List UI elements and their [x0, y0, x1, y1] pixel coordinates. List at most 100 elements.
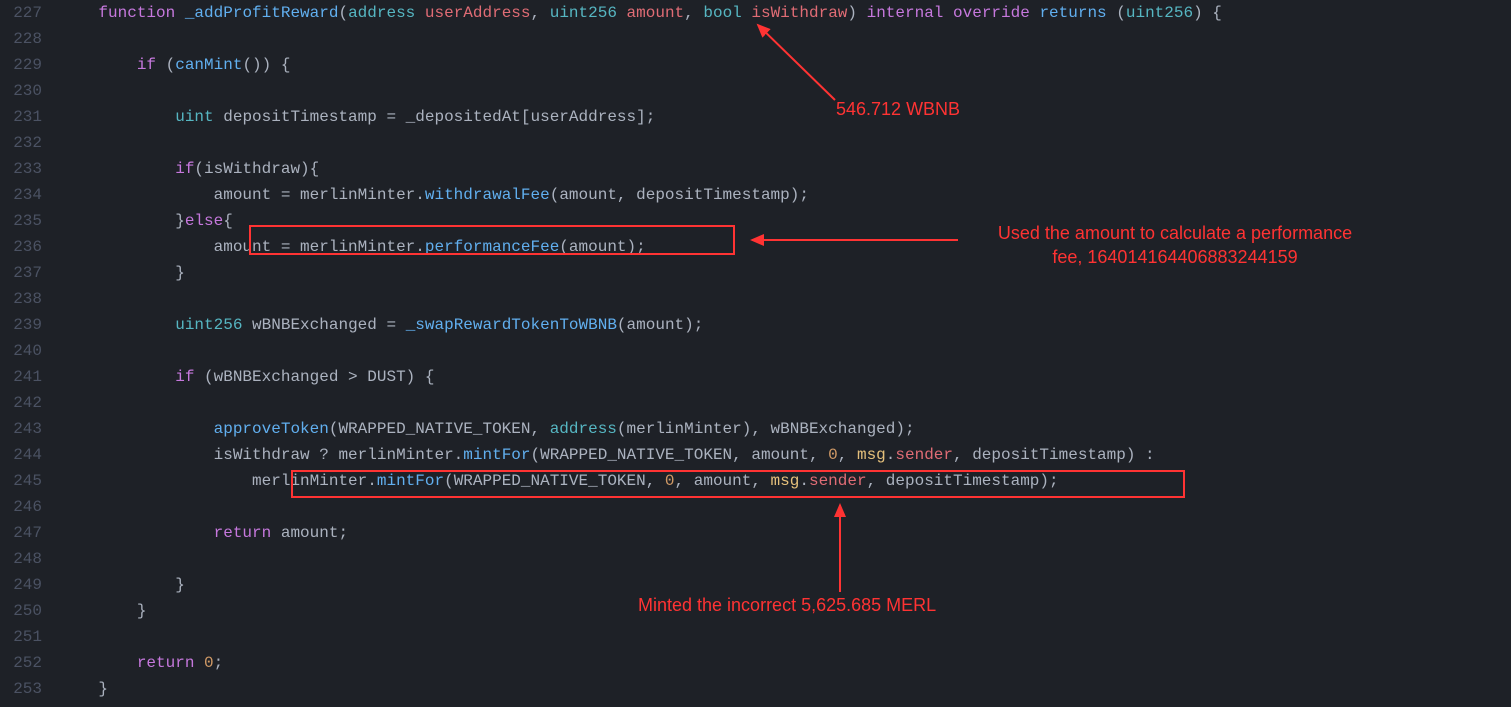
token-if: if	[175, 368, 194, 386]
line-number: 233	[0, 156, 42, 182]
token-depositTimestamp: depositTimestamp	[886, 472, 1040, 490]
token-sender: sender	[895, 446, 953, 464]
code-line	[60, 624, 1511, 650]
token-zero: 0	[665, 472, 675, 490]
line-number: 244	[0, 442, 42, 468]
code-line: if (wBNBExchanged > DUST) {	[60, 364, 1511, 390]
code-area[interactable]: function _addProfitReward(address userAd…	[60, 0, 1511, 707]
code-line: if (canMint()) {	[60, 52, 1511, 78]
token-bool: bool	[703, 4, 741, 22]
line-number: 240	[0, 338, 42, 364]
code-line: }	[60, 676, 1511, 702]
token-returns: returns	[1039, 4, 1106, 22]
token-amount: amount	[569, 238, 627, 256]
token-mintFor: mintFor	[377, 472, 444, 490]
token-else: else	[185, 212, 223, 230]
line-number: 237	[0, 260, 42, 286]
token-userAddress: userAddress	[531, 108, 637, 126]
token-amount: amount	[627, 4, 685, 22]
token-canMint: canMint	[175, 56, 242, 74]
token-return: return	[214, 524, 272, 542]
token-merlinMinter: merlinMinter	[300, 186, 415, 204]
token-amount: amount	[214, 186, 272, 204]
line-number: 251	[0, 624, 42, 650]
token-approveToken: approveToken	[214, 420, 329, 438]
code-line: uint depositTimestamp = _depositedAt[use…	[60, 104, 1511, 130]
code-line	[60, 78, 1511, 104]
code-line: amount = merlinMinter.performanceFee(amo…	[60, 234, 1511, 260]
code-line: if(isWithdraw){	[60, 156, 1511, 182]
token-merlinMinter: merlinMinter	[300, 238, 415, 256]
line-number: 227	[0, 0, 42, 26]
token-depositTimestamp: depositTimestamp	[972, 446, 1126, 464]
token-mintFor: mintFor	[463, 446, 530, 464]
token-zero: 0	[204, 654, 214, 672]
token-msg: msg	[857, 446, 886, 464]
line-number: 242	[0, 390, 42, 416]
code-line: function _addProfitReward(address userAd…	[60, 0, 1511, 26]
line-number-gutter: 2272282292302312322332342352362372382392…	[0, 0, 60, 707]
token-depositTimestamp: depositTimestamp	[223, 108, 377, 126]
code-line: return 0;	[60, 650, 1511, 676]
line-number: 238	[0, 286, 42, 312]
token-amount: amount	[281, 524, 339, 542]
token-address: address	[348, 4, 415, 22]
token-uint: uint	[175, 108, 213, 126]
code-line: isWithdraw ? merlinMinter.mintFor(WRAPPE…	[60, 442, 1511, 468]
line-number: 234	[0, 182, 42, 208]
token-if: if	[137, 56, 156, 74]
code-line: }	[60, 572, 1511, 598]
line-number: 250	[0, 598, 42, 624]
token-depositedAt: _depositedAt	[406, 108, 521, 126]
token-uint256: uint256	[550, 4, 617, 22]
token-withdrawalFee: withdrawalFee	[425, 186, 550, 204]
line-number: 249	[0, 572, 42, 598]
line-number: 252	[0, 650, 42, 676]
code-line	[60, 494, 1511, 520]
token-zero: 0	[828, 446, 838, 464]
code-line: }	[60, 260, 1511, 286]
token-merlinMinter: merlinMinter	[252, 472, 367, 490]
line-number: 253	[0, 676, 42, 702]
code-line: }else{	[60, 208, 1511, 234]
line-number: 241	[0, 364, 42, 390]
token-if: if	[175, 160, 194, 178]
token-amount: amount	[751, 446, 809, 464]
token-sender: sender	[809, 472, 867, 490]
code-line	[60, 286, 1511, 312]
line-number: 230	[0, 78, 42, 104]
token-merlinMinter: merlinMinter	[338, 446, 453, 464]
token-msg: msg	[771, 472, 800, 490]
line-number: 231	[0, 104, 42, 130]
token-WRAPPED_NATIVE_TOKEN: WRAPPED_NATIVE_TOKEN	[540, 446, 732, 464]
line-number: 246	[0, 494, 42, 520]
code-line: merlinMinter.mintFor(WRAPPED_NATIVE_TOKE…	[60, 468, 1511, 494]
line-number: 245	[0, 468, 42, 494]
token-uint256: uint256	[175, 316, 242, 334]
token-wBNBExchanged: wBNBExchanged	[771, 420, 896, 438]
line-number: 232	[0, 130, 42, 156]
token-isWithdraw: isWithdraw	[751, 4, 847, 22]
token-userAddress: userAddress	[425, 4, 531, 22]
token-WRAPPED_NATIVE_TOKEN: WRAPPED_NATIVE_TOKEN	[338, 420, 530, 438]
line-number: 235	[0, 208, 42, 234]
code-line: return amount;	[60, 520, 1511, 546]
code-line: approveToken(WRAPPED_NATIVE_TOKEN, addre…	[60, 416, 1511, 442]
token-swapRewardTokenToWBNB: _swapRewardTokenToWBNB	[406, 316, 617, 334]
token-return: return	[137, 654, 195, 672]
token-function: function	[98, 4, 175, 22]
code-line	[60, 390, 1511, 416]
code-line: }	[60, 598, 1511, 624]
token-performanceFee: performanceFee	[425, 238, 559, 256]
code-line: amount = merlinMinter.withdrawalFee(amou…	[60, 182, 1511, 208]
token-merlinMinter: merlinMinter	[627, 420, 742, 438]
token-internal: internal	[867, 4, 944, 22]
token-depositTimestamp: depositTimestamp	[636, 186, 790, 204]
code-editor[interactable]: 2272282292302312322332342352362372382392…	[0, 0, 1511, 707]
code-line	[60, 26, 1511, 52]
line-number: 228	[0, 26, 42, 52]
token-wBNBExchanged: wBNBExchanged	[214, 368, 339, 386]
code-line: uint256 wBNBExchanged = _swapRewardToken…	[60, 312, 1511, 338]
line-number: 239	[0, 312, 42, 338]
token-WRAPPED_NATIVE_TOKEN: WRAPPED_NATIVE_TOKEN	[454, 472, 646, 490]
